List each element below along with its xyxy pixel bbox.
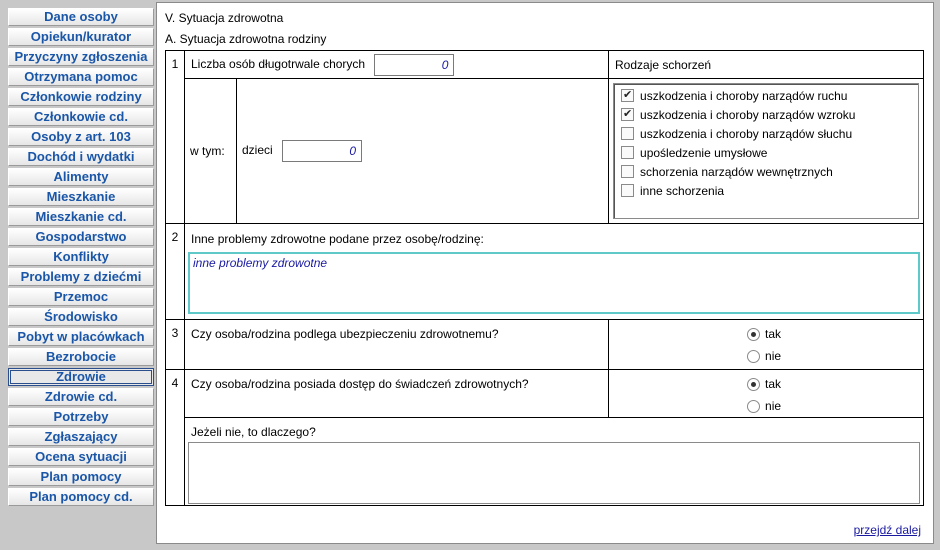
long-term-ill-label: Liczba osób długotrwale chorych [191, 56, 366, 71]
checkbox-wzrok[interactable] [621, 107, 635, 121]
nav-item-czlonkowie-cd[interactable]: Członkowie cd. [8, 108, 154, 126]
nav-item-mieszkanie[interactable]: Mieszkanie [8, 188, 154, 206]
radio-insurance-nie[interactable] [747, 349, 761, 363]
why-not-textarea[interactable] [188, 442, 921, 504]
checkbox-inne[interactable] [621, 184, 635, 197]
radio-insurance-tak[interactable] [747, 327, 761, 341]
nav-item-konflikty[interactable]: Konflikty [8, 248, 154, 266]
nav-item-przemoc[interactable]: Przemoc [8, 288, 154, 306]
nav-item-zdrowie-cd[interactable]: Zdrowie cd. [8, 388, 154, 406]
w-tym-label: w tym: [184, 78, 237, 224]
question-number-1: 1 [165, 50, 185, 224]
access-option-tak[interactable]: tak [609, 373, 923, 395]
disease-label-umyslowe: upośledzenie umysłowe [640, 145, 768, 160]
radio-label-access-tak: tak [765, 377, 782, 391]
insurance-option-nie[interactable]: nie [609, 345, 923, 367]
nav-item-zglaszajacy[interactable]: Zgłaszający [8, 428, 154, 446]
sidebar-nav: Dane osoby Opiekun/kurator Przyczyny zgł… [8, 8, 156, 508]
long-term-ill-count-input[interactable]: 0 [374, 53, 455, 76]
nav-item-przyczyny-zgloszenia[interactable]: Przyczyny zgłoszenia [8, 48, 154, 66]
diseases-header: Rodzaje schorzeń [608, 50, 925, 79]
section-title: V. Sytuacja zdrowotna [165, 11, 284, 25]
nav-item-czlonkowie-rodziny[interactable]: Członkowie rodziny [8, 88, 154, 106]
nav-item-bezrobocie[interactable]: Bezrobocie [8, 348, 154, 366]
question-number-2: 2 [165, 223, 185, 320]
radio-label-access-nie: nie [765, 399, 782, 413]
nav-item-alimenty[interactable]: Alimenty [8, 168, 154, 186]
other-problems-label: Inne problemy zdrowotne podane przez oso… [191, 232, 484, 246]
nav-item-dochod-wydatki[interactable]: Dochód i wydatki [8, 148, 154, 166]
nav-item-otrzymana-pomoc[interactable]: Otrzymana pomoc [8, 68, 154, 86]
disease-label-wewnetrzne: schorzenia narządów wewnętrznych [640, 164, 833, 179]
radio-label-insurance-nie: nie [765, 349, 782, 363]
access-option-nie[interactable]: nie [609, 395, 923, 417]
why-not-label: Jeżeli nie, to dlaczego? [191, 425, 316, 439]
insurance-option-tak[interactable]: tak [609, 323, 923, 345]
disease-label-sluch: uszkodzenia i choroby narządów słuchu [640, 126, 853, 141]
checkbox-ruch[interactable] [621, 88, 635, 102]
subsection-title: A. Sytuacja zdrowotna rodziny [165, 32, 327, 46]
disease-label-inne: inne schorzenia [640, 183, 725, 198]
other-problems-textarea[interactable]: inne problemy zdrowotne [188, 252, 921, 314]
checkbox-wewnetrzne[interactable] [621, 165, 635, 178]
disease-label-wzrok: uszkodzenia i choroby narządów wzroku [640, 107, 856, 122]
main-panel: V. Sytuacja zdrowotna A. Sytuacja zdrowo… [156, 2, 934, 544]
nav-item-srodowisko[interactable]: Środowisko [8, 308, 154, 326]
diseases-checklist: uszkodzenia i choroby narządów ruchu usz… [613, 83, 920, 219]
radio-label-insurance-tak: tak [765, 327, 782, 341]
disease-option-sluch[interactable]: uszkodzenia i choroby narządów słuchu [614, 124, 918, 143]
nav-item-plan-pomocy[interactable]: Plan pomocy [8, 468, 154, 486]
checkbox-umyslowe[interactable] [621, 146, 635, 159]
nav-item-plan-pomocy-cd[interactable]: Plan pomocy cd. [8, 488, 154, 506]
nav-item-opiekun-kurator[interactable]: Opiekun/kurator [8, 28, 154, 46]
nav-item-gospodarstwo[interactable]: Gospodarstwo [8, 228, 154, 246]
access-question: Czy osoba/rodzina posiada dostęp do świa… [183, 369, 610, 418]
question-number-3: 3 [165, 319, 185, 370]
radio-access-tak[interactable] [747, 377, 761, 391]
nav-item-mieszkanie-cd[interactable]: Mieszkanie cd. [8, 208, 154, 226]
disease-label-ruch: uszkodzenia i choroby narządów ruchu [640, 88, 848, 103]
nav-item-zdrowie[interactable]: Zdrowie [8, 368, 154, 386]
disease-option-wewnetrzne[interactable]: schorzenia narządów wewnętrznych [614, 162, 918, 181]
nav-item-problemy-z-dziecmi[interactable]: Problemy z dziećmi [8, 268, 154, 286]
nav-item-pobyt-w-placowkach[interactable]: Pobyt w placówkach [8, 328, 154, 346]
health-form-table: 1 Liczba osób długotrwale chorych 0 Rodz… [165, 50, 925, 506]
nav-item-dane-osoby[interactable]: Dane osoby [8, 8, 154, 26]
next-page-link[interactable]: przejdź dalej [854, 523, 921, 537]
nav-item-ocena-sytuacji[interactable]: Ocena sytuacji [8, 448, 154, 466]
children-label: dzieci [242, 143, 273, 158]
radio-access-nie[interactable] [747, 399, 761, 413]
children-count-input[interactable]: 0 [282, 140, 363, 162]
disease-option-wzrok[interactable]: uszkodzenia i choroby narządów wzroku [614, 105, 918, 124]
disease-option-umyslowe[interactable]: upośledzenie umysłowe [614, 143, 918, 162]
disease-option-ruch[interactable]: uszkodzenia i choroby narządów ruchu [614, 86, 918, 105]
disease-option-inne[interactable]: inne schorzenia [614, 181, 918, 200]
nav-item-potrzeby[interactable]: Potrzeby [8, 408, 154, 426]
checkbox-sluch[interactable] [621, 127, 635, 140]
insurance-question: Czy osoba/rodzina podlega ubezpieczeniu … [183, 319, 610, 370]
question-number-4: 4 [165, 369, 185, 506]
nav-item-osoby-art-103[interactable]: Osoby z art. 103 [8, 128, 154, 146]
